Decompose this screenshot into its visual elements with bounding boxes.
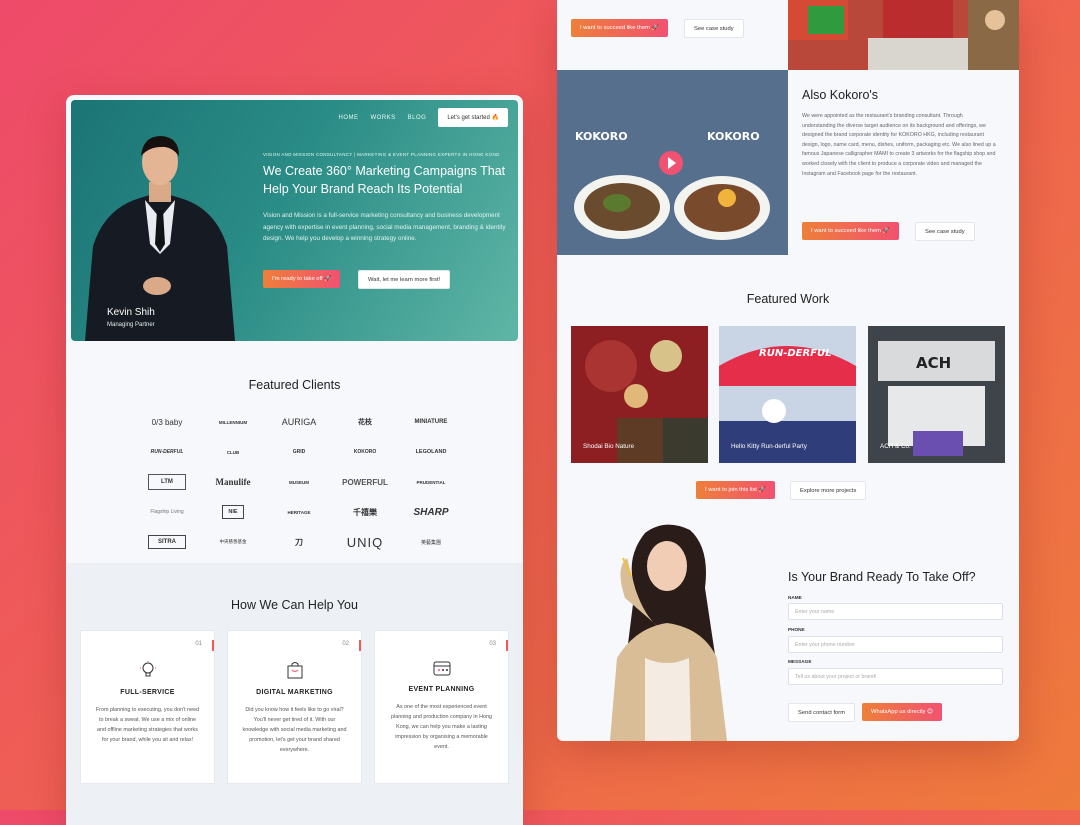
top-navigation: HOME WORKS BLOG Let's get started 🔥 [338,108,508,127]
card-accent-bar [506,640,508,651]
apron-logo: KOKORO [575,130,628,143]
succeed-like-them-button[interactable]: I want to succeed like them 🚀 [802,222,899,240]
client-logo: LEGOLAND [415,449,447,455]
client-logo: KOKORO [353,449,377,455]
client-logo: RUN-DERFUL [150,449,184,455]
client-logo: PRUDENTIAL [416,479,446,485]
card-title: FULL-SERVICE [120,689,175,696]
shopping-bag-icon [287,662,303,679]
card-number: 03 [489,641,496,647]
message-label: MESSAGE [788,659,812,664]
featured-work-title: Featured Work [746,292,830,306]
run-derful-banner-text: RUN-DERFUL [759,348,832,359]
succeed-like-them-button-top[interactable]: I want to succeed like them 🚀 [571,19,668,37]
calendar-icon [433,661,451,676]
hero-eyebrow: VISION AND MISSION CONSULTANCY | MARKETI… [263,152,500,157]
client-logo: Manulife [215,477,251,487]
whatsapp-button[interactable]: WhatsApp us directly 😊 [862,703,943,721]
lightbulb-icon [140,661,156,677]
about-title: Also Kokoro's [802,88,879,102]
client-logo: GRID [292,449,306,455]
client-logo-grid: 0/3 baby MILLENNIUM AURIGA 花枝 MINIATURE … [134,407,464,557]
client-logo: NIE [222,505,244,519]
client-logo: 刀 [295,537,303,547]
partner-role: Managing Partner [107,322,155,328]
partner-name: Kevin Shih [107,307,155,318]
phone-label: PHONE [788,627,805,632]
ready-to-take-off-button[interactable]: I'm ready to take off 🚀 [263,270,341,288]
card-description: Did you know how it feels like to go vir… [242,707,347,753]
phone-field[interactable]: Enter your phone number [788,636,1003,653]
work-caption: ACH & Co. [880,443,911,450]
lego-store-photo [788,0,1019,70]
service-card-full-service: 01 FULL-SERVICE From planning to executi… [80,630,215,784]
card-title: EVENT PLANNING [408,686,475,693]
name-label: NAME [788,595,802,600]
contact-title: Is Your Brand Ready To Take Off? [788,570,976,584]
work-caption: Hello Kitty Run-derful Party [731,443,807,450]
card-number: 02 [342,641,349,647]
nav-blog[interactable]: BLOG [408,115,427,121]
client-logo: MILLENNIUM [218,419,248,425]
explore-more-projects-button[interactable]: Explore more projects [790,481,867,500]
work-tile-hello-kitty[interactable]: RUN-DERFUL Hello Kitty Run-derful Party [719,326,856,463]
hero-title: We Create 360° Marketing Campaigns That … [263,164,506,196]
nav-works[interactable]: WORKS [370,115,395,121]
client-logo: HERITAGE [287,509,311,515]
client-logo: Flagship Living [150,509,184,515]
nav-home[interactable]: HOME [338,115,358,121]
client-logo: 花枝 [358,419,372,426]
services-section: How We Can Help You 01 FULL-SERVICE From… [66,563,523,825]
client-logo: POWERFUL [342,477,388,487]
client-logo: SHARP [413,506,449,518]
featured-clients-title: Featured Clients [248,378,341,392]
about-description: We were appointed as the restaurant's br… [802,113,996,177]
work-caption: Shodai Bio Nature [583,443,635,450]
client-logo: 英藝集團 [420,539,441,546]
card-description: From planning to executing, you don't ne… [95,707,200,743]
message-field[interactable]: Tell us about your project or brand! [788,668,1003,685]
client-logo: AURIGA [281,417,317,427]
send-contact-form-button[interactable]: Send contact form [788,703,856,722]
kokoro-staff-photo: KOKORO KOKORO [557,70,788,255]
homepage-mockup: HOME WORKS BLOG Let's get started 🔥 Kevi… [66,95,523,825]
work-tile-shodai[interactable]: Shodai Bio Nature [571,326,708,463]
see-case-study-button[interactable]: See case study [915,222,975,241]
client-logo: MINIATURE [414,419,448,425]
service-card-event-planning: 03 EVENT PLANNING As one of the most exp… [374,630,509,784]
name-field[interactable]: Enter your name [788,603,1003,620]
hero-description: Vision and Mission is a full-service mar… [263,212,506,242]
card-description: As one of the most experienced event pla… [391,704,492,750]
client-logo: 中央慈善基金 [219,539,247,544]
card-title: DIGITAL MARKETING [256,689,333,696]
card-number: 01 [195,641,202,647]
learn-more-button[interactable]: Wait, let me learn more first! [358,270,451,289]
client-logo: SITRA [148,535,186,549]
client-logo: LTM [148,474,186,490]
client-logo: UNIQ [346,534,384,550]
card-accent-bar [359,640,361,651]
service-card-digital-marketing: 02 DIGITAL MARKETING Did you know how it… [227,630,362,784]
client-logo: 0/3 baby [151,417,183,427]
case-study-mockup: I want to succeed like them 🚀 See case s… [557,0,1019,741]
about-kokoro: Also Kokoro's We were appointed as the r… [802,88,997,179]
services-title: How We Can Help You [231,598,358,612]
see-case-study-button-top[interactable]: See case study [684,19,744,38]
woman-with-pencil-photo [610,524,727,741]
client-logo: MUSEUM [289,479,309,485]
client-logo: CLUB [226,449,240,455]
get-started-button[interactable]: Let's get started 🔥 [438,108,508,127]
card-accent-bar [212,640,214,651]
hero-section: HOME WORKS BLOG Let's get started 🔥 Kevi… [71,100,518,341]
ach-sign-text: ACH [916,354,951,372]
client-logo: 千禧樂 [353,507,377,517]
join-this-list-button[interactable]: I want to join this list 🚀 [696,481,775,499]
apron-logo: KOKORO [707,130,760,143]
work-tile-ach[interactable]: ACH ACH & Co. [868,326,1005,463]
